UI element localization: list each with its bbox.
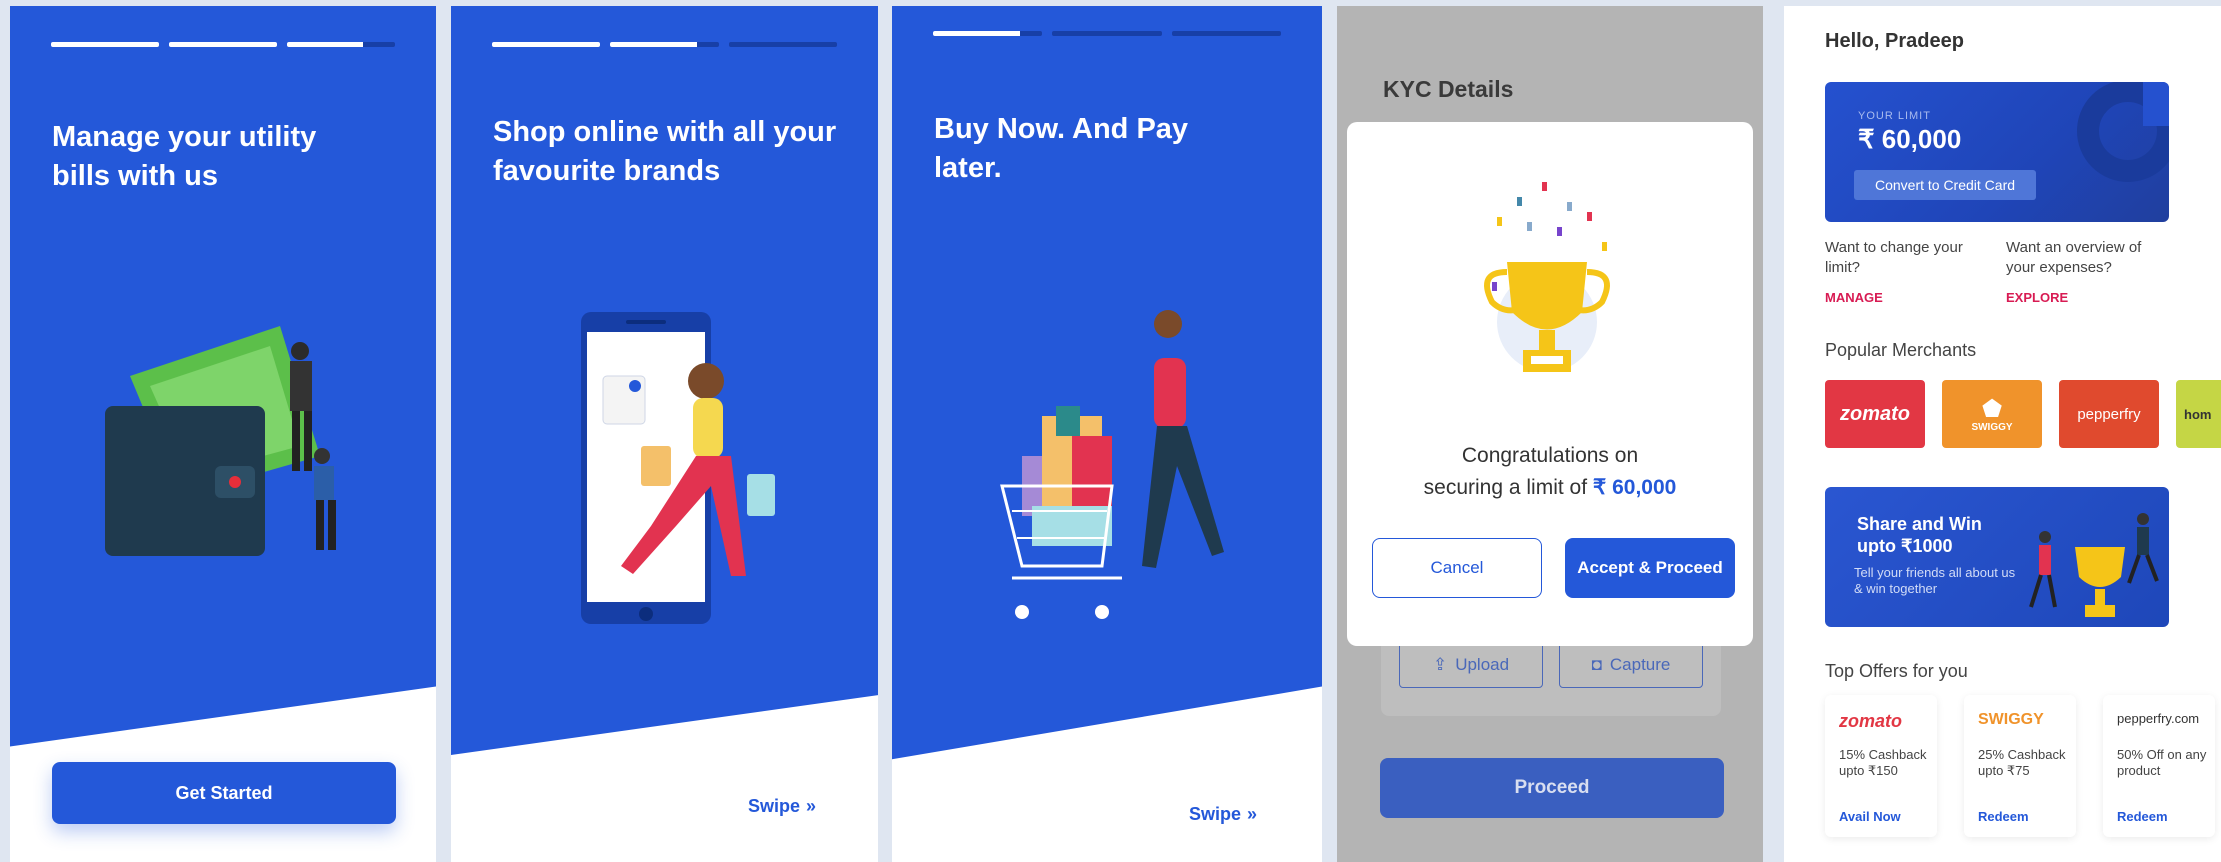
manage-prompt: Want to change your limit? — [1825, 239, 1963, 276]
merchant-name: SWIGGY — [1971, 421, 2013, 433]
congrats-line2: securing a limit of ₹ 60,000 — [1347, 472, 1753, 504]
merchant-tile-pepperfry[interactable]: pepperfry — [2059, 380, 2159, 448]
cancel-button[interactable]: Cancel — [1372, 538, 1542, 598]
trophy-icon — [1484, 182, 1610, 372]
offer-card-pepperfry[interactable]: pepperfry.com 50% Off on any product Red… — [2103, 695, 2215, 837]
offer-card-swiggy[interactable]: SWIGGY 25% Cashback upto ₹75 Redeem — [1964, 695, 2076, 837]
congrats-line2-text: securing a limit of — [1423, 476, 1588, 499]
progress-segment — [933, 31, 1043, 36]
double-chevron-right-icon: » — [1247, 804, 1258, 824]
explore-link[interactable]: EXPLORE — [2006, 290, 2068, 305]
merchant-list: zomato ⬟ SWIGGY pepperfry hom — [1825, 380, 2221, 448]
accept-proceed-button[interactable]: Accept & Proceed — [1565, 538, 1735, 598]
swiggy-icon: ⬟ — [1982, 395, 2002, 421]
limit-label: YOUR LIMIT — [1858, 110, 1931, 122]
swipe-label: Swipe — [748, 796, 801, 816]
progress-segment — [169, 42, 277, 47]
swipe-label: Swipe — [1189, 804, 1242, 824]
progress-segment — [287, 42, 395, 47]
progress-indicator — [51, 42, 395, 47]
shopping-cart-illustration — [1000, 310, 1224, 619]
progress-indicator — [492, 42, 837, 47]
swipe-link[interactable]: Swipe » — [1189, 804, 1257, 825]
kyc-screen: KYC Details ⇪ Upload ◘ Capture Proceed C… — [1337, 6, 1763, 862]
merchant-tile-zomato[interactable]: zomato — [1825, 380, 1925, 448]
popular-merchants-title: Popular Merchants — [1825, 340, 1977, 360]
get-started-button[interactable]: Get Started — [52, 762, 396, 824]
progress-segment — [728, 42, 837, 47]
progress-segment — [1171, 31, 1281, 36]
camera-icon: ◘ — [1591, 655, 1602, 674]
convert-to-credit-card-button[interactable]: Convert to Credit Card — [1854, 170, 2036, 200]
double-chevron-right-icon: » — [806, 796, 817, 816]
limit-amount: ₹ 60,000 — [1858, 124, 1962, 154]
wallet-illustration — [105, 326, 336, 556]
limit-amount: ₹ 60,000 — [1592, 476, 1677, 499]
progress-segment — [492, 42, 601, 47]
onboarding-screen-utility: Manage your utility bills with us Get St… — [10, 6, 436, 862]
upload-button[interactable]: ⇪ Upload — [1399, 642, 1543, 688]
onboarding-headline: Buy Now. And Pay later. — [934, 113, 1189, 184]
share-and-win-banner[interactable]: Share and Win upto ₹1000 Tell your frien… — [1825, 487, 2169, 627]
avail-now-link[interactable]: Avail Now — [1839, 809, 1901, 824]
greeting: Hello, Pradeep — [1825, 30, 1964, 52]
offer-description: 25% Cashback upto ₹75 — [1978, 747, 2066, 778]
offer-brand: zomato — [1839, 711, 1902, 731]
redeem-link[interactable]: Redeem — [1978, 809, 2029, 824]
congrats-message: Congratulations on securing a limit of ₹… — [1347, 440, 1753, 504]
onboarding-screen-bnpl: Buy Now. And Pay later. Swipe » — [892, 6, 1322, 862]
manage-link[interactable]: MANAGE — [1825, 290, 1883, 305]
proceed-button[interactable]: Proceed — [1380, 758, 1724, 818]
progress-segment — [610, 42, 719, 47]
progress-segment — [51, 42, 159, 47]
offer-card-zomato[interactable]: zomato 15% Cashback upto ₹150 Avail Now — [1825, 695, 1937, 837]
upload-label: Upload — [1455, 655, 1510, 674]
offer-description: 15% Cashback upto ₹150 — [1839, 747, 1927, 778]
home-screen: Hello, Pradeep YOUR LIMIT ₹ 60,000 Conve… — [1784, 6, 2221, 862]
capture-label: Capture — [1609, 655, 1671, 674]
limit-card: YOUR LIMIT ₹ 60,000 Convert to Credit Ca… — [1825, 82, 2169, 222]
page-title: KYC Details — [1383, 76, 1514, 102]
swipe-link[interactable]: Swipe » — [748, 796, 816, 817]
congrats-line1: Congratulations on — [1461, 444, 1639, 467]
celebration-illustration — [2029, 513, 2159, 617]
offer-brand: SWIGGY — [1978, 711, 2044, 728]
offer-description: 50% Off on any product — [2117, 747, 2207, 778]
congrats-modal: Congratulations on securing a limit of ₹… — [1347, 122, 1753, 646]
explore-prompt: Want an overview of your expenses? — [2006, 239, 2142, 276]
share-subtitle: Tell your friends all about us & win tog… — [1854, 565, 2016, 596]
offer-list: zomato 15% Cashback upto ₹150 Avail Now … — [1825, 695, 2215, 837]
merchant-tile-swiggy[interactable]: ⬟ SWIGGY — [1942, 380, 2042, 448]
onboarding-headline: Shop online with all your favourite bran… — [493, 116, 837, 187]
top-offers-title: Top Offers for you — [1825, 661, 1968, 681]
phone-shopping-illustration — [581, 312, 775, 624]
offer-brand: pepperfry.com — [2117, 711, 2200, 726]
capture-button[interactable]: ◘ Capture — [1559, 642, 1703, 688]
upload-icon: ⇪ — [1432, 655, 1448, 674]
redeem-link[interactable]: Redeem — [2117, 809, 2168, 824]
onboarding-headline: Manage your utility bills with us — [52, 121, 317, 192]
brand-logo-icon — [2077, 82, 2169, 182]
onboarding-screen-shopping: Shop online with all your favourite bran… — [451, 6, 878, 862]
progress-segment — [1052, 31, 1162, 36]
merchant-tile-hom[interactable]: hom — [2176, 380, 2221, 448]
share-title: Share and Win upto ₹1000 — [1857, 514, 1982, 556]
progress-indicator — [933, 31, 1281, 36]
